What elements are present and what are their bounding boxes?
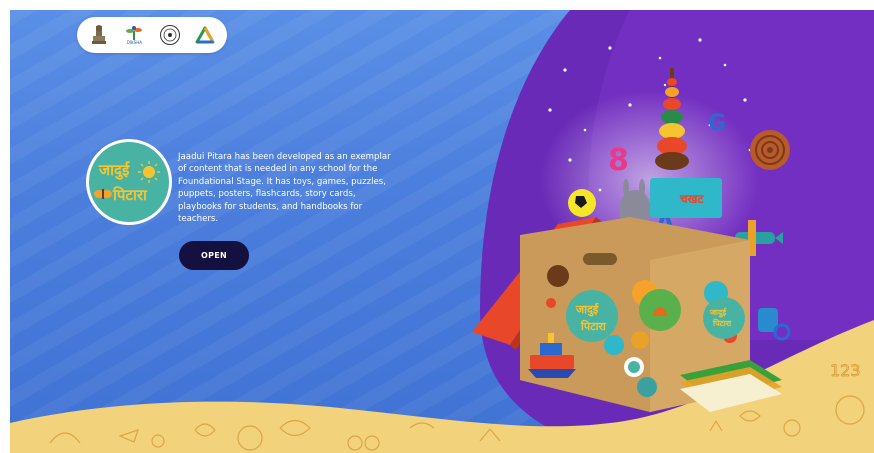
- box-label-line-2: पिटारा: [580, 319, 607, 333]
- wheeled-toy: [758, 308, 791, 341]
- maze-disc-toy: [750, 130, 790, 170]
- svg-text:पिटारा: पिटारा: [712, 318, 732, 328]
- letter-8: 8: [608, 143, 629, 178]
- svg-text:जादुई: जादुई: [709, 307, 727, 318]
- letter-g: G: [708, 111, 726, 136]
- magic-box-illustration: 8 G A चखट: [472, 38, 791, 412]
- football: [568, 189, 596, 217]
- marble-ball: [637, 377, 657, 397]
- hero-banner: 123 DIKSHA जादुई पिटारा Jaadui Pitara ha…: [10, 10, 874, 453]
- stacking-ring-toy: [655, 68, 689, 170]
- storybook: चखट: [650, 178, 722, 218]
- box-label-line-1: जादुई: [575, 302, 599, 317]
- book-title: चखट: [679, 192, 704, 206]
